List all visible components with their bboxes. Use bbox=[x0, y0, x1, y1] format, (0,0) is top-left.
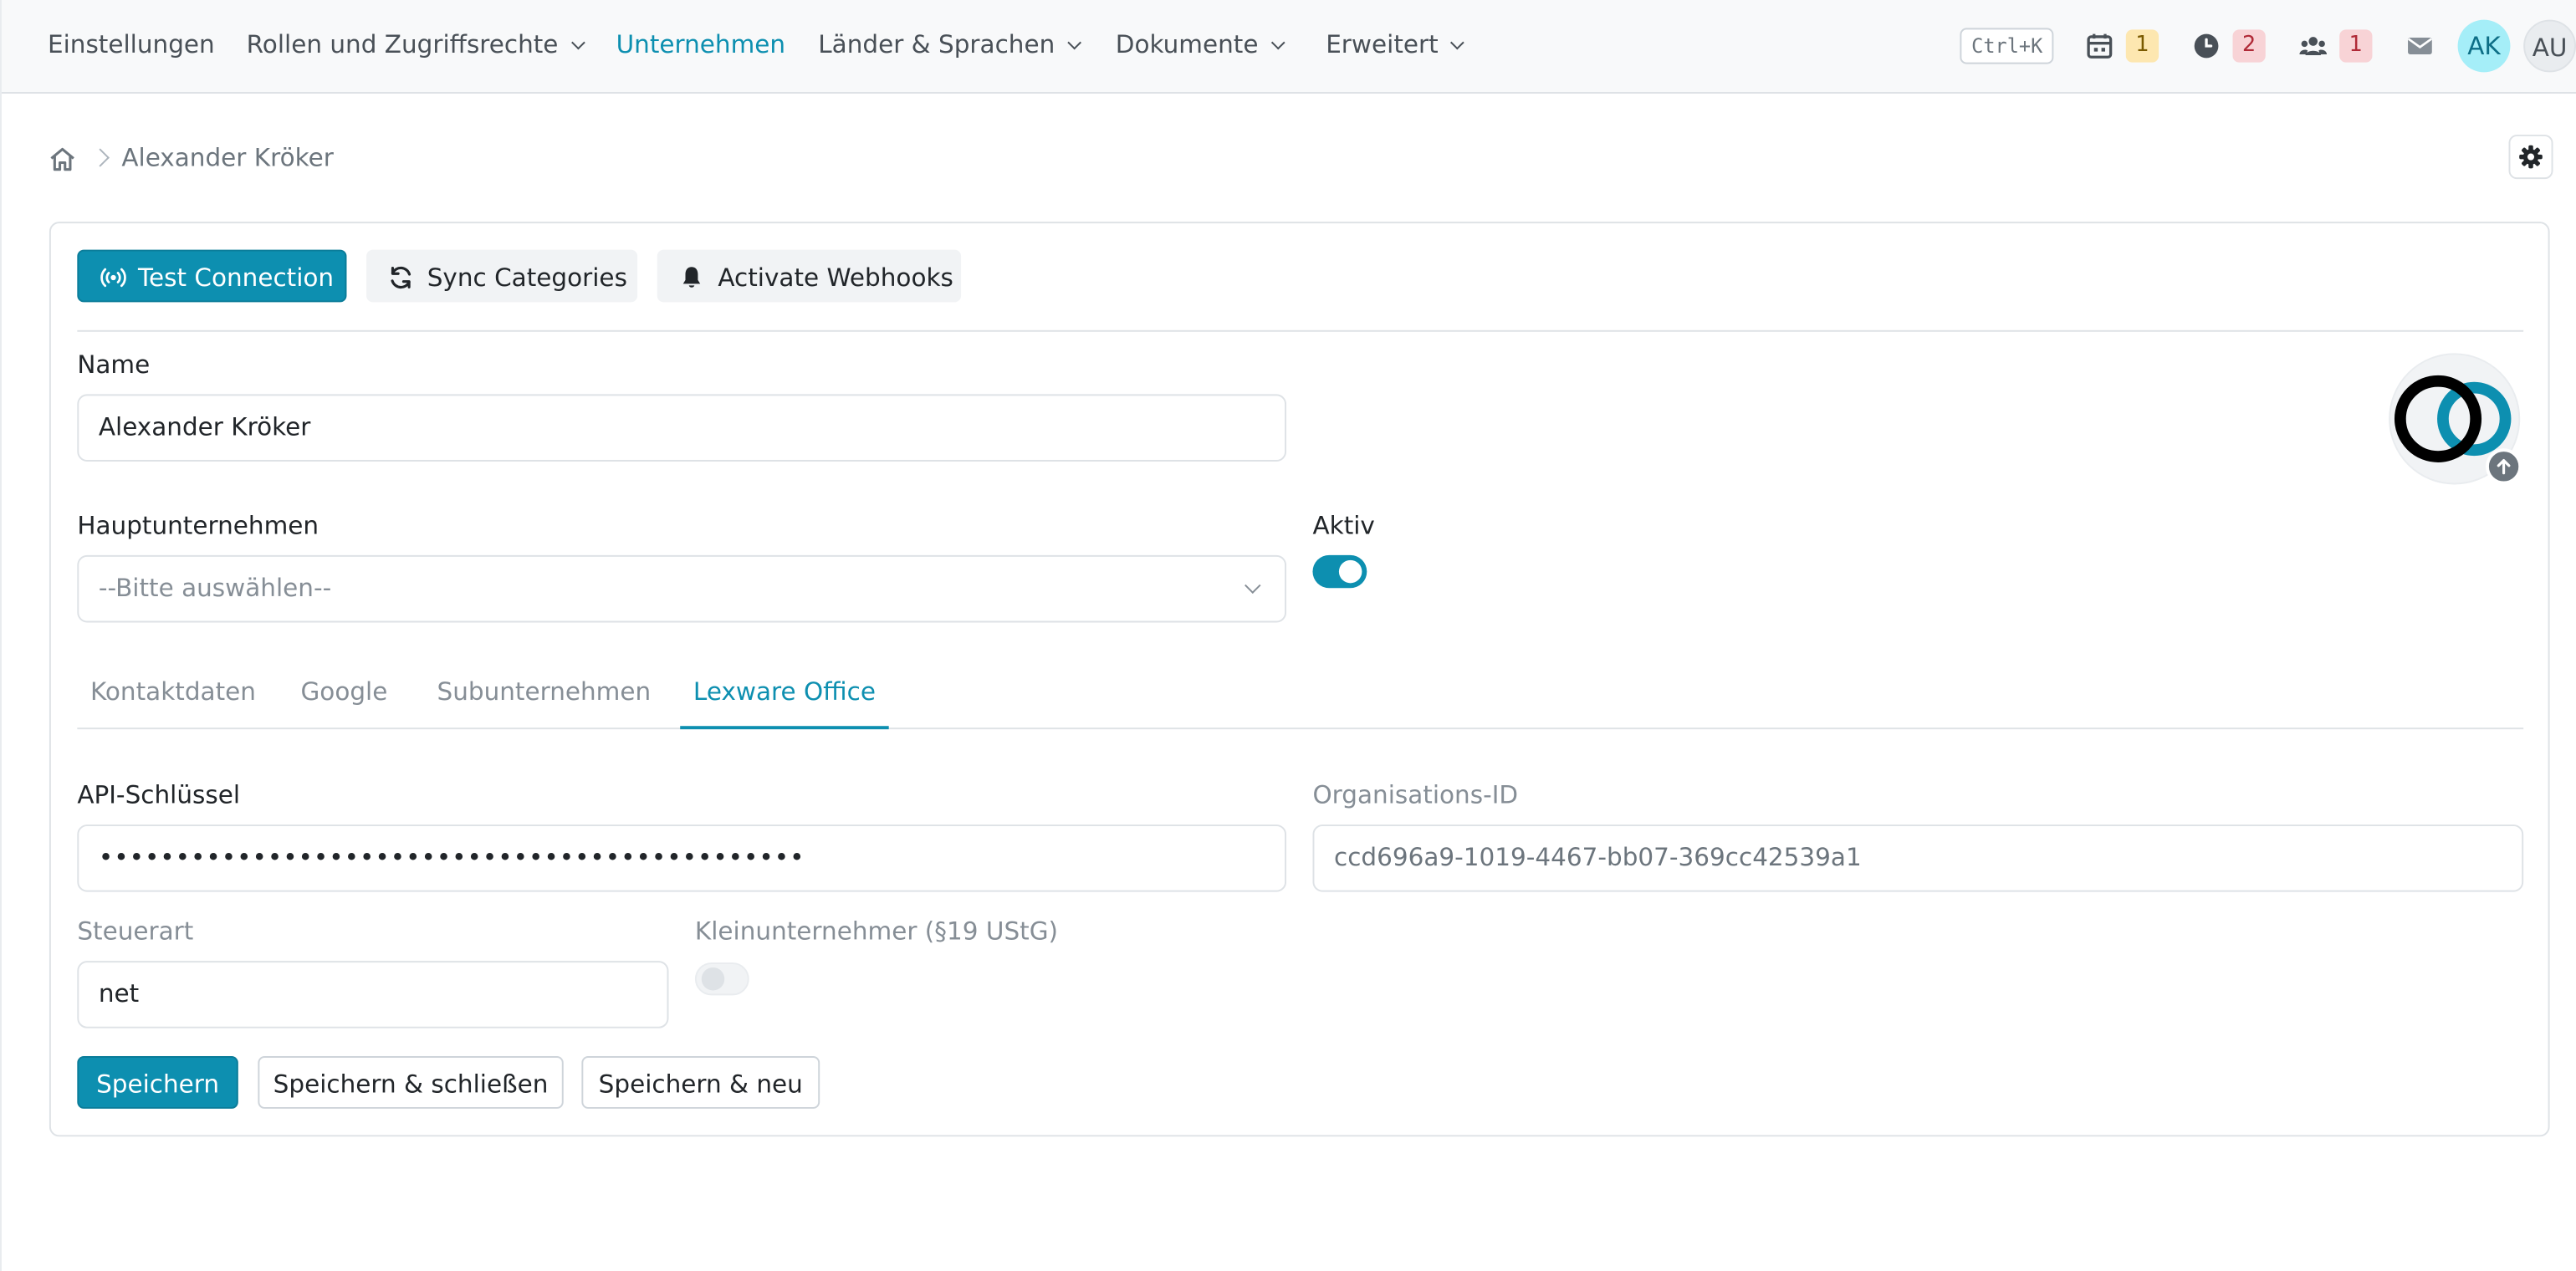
nav-laender-dropdown[interactable]: Länder & Sprachen bbox=[818, 0, 1082, 94]
name-label: Name bbox=[77, 350, 151, 380]
api-key-label: API-Schlüssel bbox=[77, 780, 241, 810]
nav-label: Unternehmen bbox=[616, 29, 786, 59]
toolbar-divider bbox=[77, 329, 2524, 332]
search-shortcut[interactable]: Ctrl+K bbox=[1960, 28, 2055, 64]
button-label: Test Connection bbox=[138, 263, 335, 293]
nav-dokumente-dropdown[interactable]: Dokumente bbox=[1115, 0, 1285, 94]
company-logo bbox=[2389, 353, 2522, 485]
tab-subunternehmen[interactable]: Subunternehmen bbox=[424, 654, 664, 729]
nav-label: Länder & Sprachen bbox=[818, 29, 1055, 59]
arrow-up-icon bbox=[2497, 459, 2511, 475]
broadcast-icon bbox=[100, 268, 126, 288]
organization-id-label: Organisations-ID bbox=[1312, 780, 1519, 810]
small-business-toggle bbox=[694, 962, 749, 996]
envelope-icon[interactable] bbox=[2405, 31, 2435, 60]
tax-type-label: Steuerart bbox=[77, 916, 194, 947]
sync-categories-button[interactable]: Sync Categories bbox=[366, 249, 638, 303]
test-connection-button[interactable]: Test Connection bbox=[77, 249, 347, 303]
nav-erweitert-dropdown[interactable]: Erweitert bbox=[1326, 0, 1465, 94]
chevron-down-icon bbox=[570, 35, 585, 50]
save-button[interactable]: Speichern bbox=[77, 1056, 238, 1109]
clock-icon[interactable] bbox=[2191, 31, 2221, 60]
nav-label: Rollen und Zugriffsrechte bbox=[246, 29, 559, 59]
breadcrumb-current: Alexander Kröker bbox=[121, 142, 334, 173]
chevron-down-icon bbox=[1450, 35, 1465, 50]
chevron-right-icon bbox=[90, 148, 110, 167]
chevron-down-icon bbox=[1245, 577, 1261, 594]
small-business-label: Kleinunternehmer (§19 UStG) bbox=[694, 916, 1059, 947]
page-settings-button[interactable] bbox=[2508, 135, 2553, 180]
toggle-knob bbox=[701, 967, 725, 991]
nav-einstellungen[interactable]: Einstellungen bbox=[48, 0, 215, 94]
users-icon[interactable] bbox=[2298, 31, 2328, 60]
upload-logo-button[interactable] bbox=[2485, 448, 2522, 485]
gear-icon bbox=[2519, 145, 2543, 169]
user-avatar-other[interactable]: AU bbox=[2523, 19, 2576, 73]
chevron-down-icon bbox=[1067, 35, 1082, 50]
calendar-icon[interactable] bbox=[2085, 31, 2114, 60]
save-and-close-button[interactable]: Speichern & schließen bbox=[258, 1056, 564, 1109]
activate-webhooks-button[interactable]: Activate Webhooks bbox=[657, 249, 962, 303]
parent-company-select[interactable]: --Bitte auswählen-- bbox=[77, 554, 1287, 623]
api-key-input[interactable]: ••••••••••••••••••••••••••••••••••••••••… bbox=[77, 824, 1287, 892]
button-label: Sync Categories bbox=[427, 263, 627, 293]
nav-rollen-dropdown[interactable]: Rollen und Zugriffsrechte bbox=[246, 0, 585, 94]
nav-label: Erweitert bbox=[1326, 29, 1439, 59]
users-count-badge: 1 bbox=[2339, 29, 2373, 63]
calendar-count-badge: 1 bbox=[2125, 29, 2159, 63]
detail-tabs: Kontaktdaten Google Subunternehmen Lexwa… bbox=[77, 654, 2524, 730]
nav-label: Einstellungen bbox=[47, 29, 215, 59]
sync-icon bbox=[391, 266, 411, 289]
nav-label: Dokumente bbox=[1115, 29, 1259, 59]
tax-type-field: net bbox=[77, 961, 669, 1029]
company-form-card: Test Connection Sync Categories Activate… bbox=[49, 222, 2550, 1137]
organization-id-field: ccd696a9-1019-4467-bb07-369cc42539a1 bbox=[1312, 824, 2524, 892]
parent-company-label: Hauptunternehmen bbox=[77, 510, 319, 541]
clock-count-badge: 2 bbox=[2232, 29, 2266, 63]
select-placeholder: --Bitte auswählen-- bbox=[98, 573, 332, 603]
tab-kontaktdaten[interactable]: Kontaktdaten bbox=[77, 654, 268, 729]
home-icon[interactable] bbox=[48, 145, 77, 174]
save-and-new-button[interactable]: Speichern & neu bbox=[581, 1056, 820, 1109]
bell-icon bbox=[682, 267, 701, 288]
chevron-down-icon bbox=[1270, 35, 1285, 50]
top-navigation: Einstellungen Rollen und Zugriffsrechte … bbox=[1, 0, 2576, 94]
tab-lexware-office[interactable]: Lexware Office bbox=[680, 654, 889, 730]
toggle-knob bbox=[1338, 559, 1362, 584]
button-label: Activate Webhooks bbox=[718, 263, 953, 293]
nav-unternehmen[interactable]: Unternehmen bbox=[616, 0, 786, 94]
active-label: Aktiv bbox=[1312, 510, 1375, 541]
name-input[interactable]: Alexander Kröker bbox=[77, 394, 1287, 462]
tab-google[interactable]: Google bbox=[288, 654, 401, 729]
active-toggle[interactable] bbox=[1312, 554, 1367, 589]
app-root: Einstellungen Rollen und Zugriffsrechte … bbox=[0, 0, 2576, 1271]
user-avatar-current[interactable]: AK bbox=[2457, 19, 2511, 73]
